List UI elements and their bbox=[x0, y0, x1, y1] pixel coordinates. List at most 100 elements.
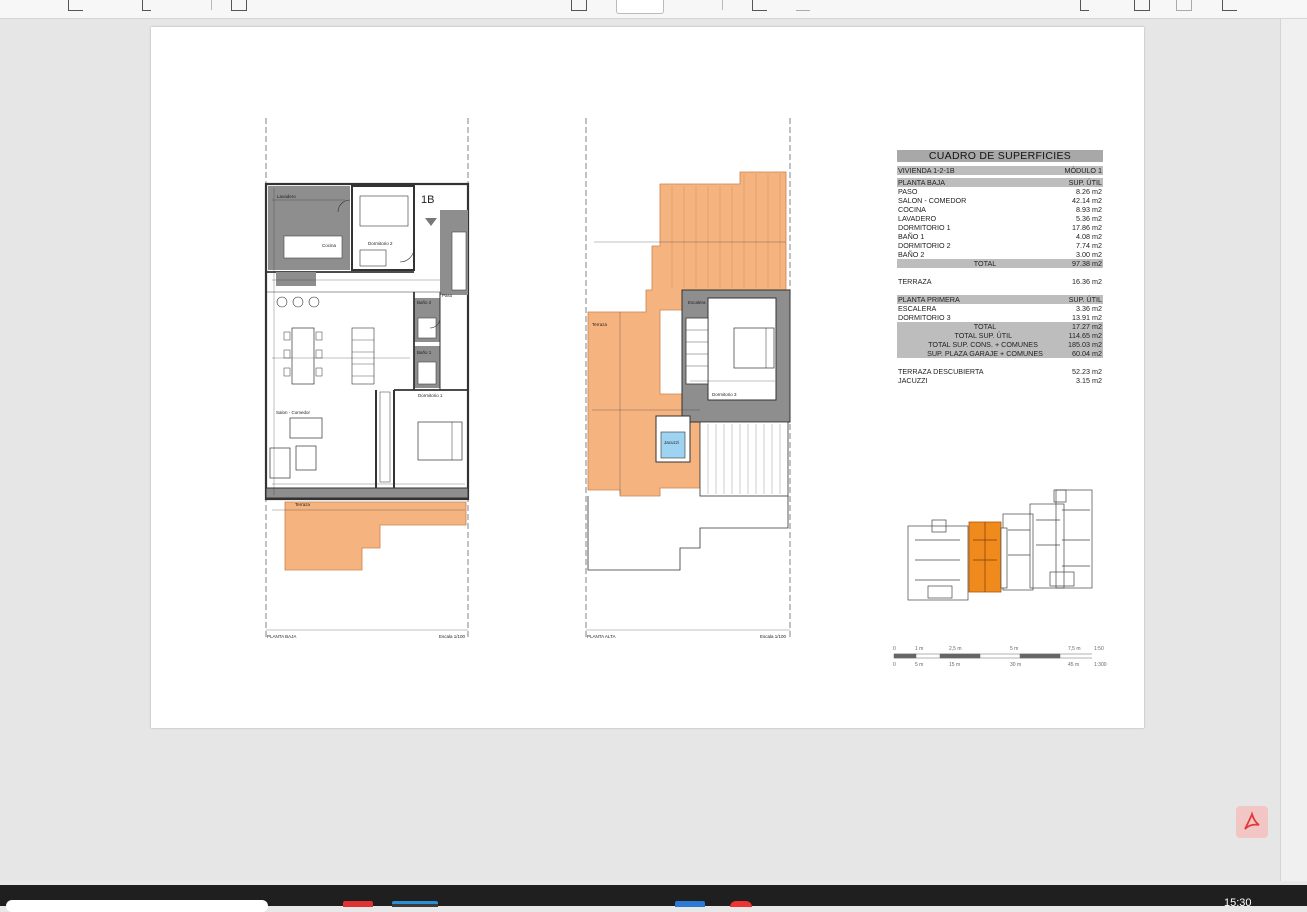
upper-plan-scale: Escala 1/100 bbox=[760, 634, 787, 639]
row-value: 52.23 m2 bbox=[1072, 367, 1102, 376]
ground-floor-plan bbox=[264, 118, 470, 640]
row-value: 4.08 m2 bbox=[1076, 232, 1102, 241]
surface-table: CUADRO DE SUPERFICIES VIVIENDA 1-2-1B MÓ… bbox=[897, 150, 1103, 385]
scale-bottom-tick-4: 45 m bbox=[1068, 662, 1079, 668]
room-label-bano-1: Baño 1 bbox=[417, 350, 432, 355]
app-icon-acrobat[interactable] bbox=[730, 901, 752, 907]
terraza-value: 16.36 m2 bbox=[1072, 277, 1102, 286]
taskbar-search-input[interactable] bbox=[6, 900, 268, 912]
app-icon-store[interactable] bbox=[675, 901, 705, 907]
table-row: BAÑO 1 4.08 m2 bbox=[897, 232, 1103, 241]
acrobat-icon bbox=[1244, 811, 1260, 830]
room-label-paso: Paso bbox=[442, 293, 453, 298]
total-value: 114.65 m2 bbox=[1068, 331, 1102, 340]
row-name: DORMITORIO 2 bbox=[898, 241, 951, 250]
row-value: 8.26 m2 bbox=[1076, 187, 1102, 196]
row-name: BAÑO 1 bbox=[898, 232, 925, 241]
table-row: DORMITORIO 2 7.74 m2 bbox=[897, 241, 1103, 250]
room-label-dormitorio-1: Dormitorio 1 bbox=[418, 393, 443, 398]
acrobat-button[interactable] bbox=[1236, 806, 1268, 838]
surface-table-title: CUADRO DE SUPERFICIES bbox=[897, 150, 1103, 162]
scale-bottom-tick-3: 30 m bbox=[1010, 662, 1021, 668]
total-row: TOTAL SUP. ÚTIL 114.65 m2 bbox=[897, 331, 1103, 340]
row-name: SALON - COMEDOR bbox=[898, 196, 967, 205]
total-label: TOTAL bbox=[973, 322, 997, 331]
total-value: 185.03 m2 bbox=[1068, 340, 1102, 349]
taskbar: 15:30 bbox=[0, 885, 1307, 912]
row-name: DORMITORIO 1 bbox=[898, 223, 951, 232]
row-name: COCINA bbox=[898, 205, 926, 214]
app-icon-edge[interactable] bbox=[392, 901, 438, 907]
room-label-cocina: Cocina bbox=[322, 243, 337, 248]
upper-floor-plan bbox=[585, 118, 791, 640]
room-label-terraza-alta: Terraza bbox=[592, 322, 608, 327]
planta-baja-header: PLANTA BAJA SUP. ÚTIL bbox=[897, 178, 1103, 187]
scale-bottom-tick-2: 15 m bbox=[949, 662, 960, 668]
total-row: TOTAL 17.27 m2 bbox=[897, 322, 1103, 331]
total-row: TOTAL SUP. CONS. + COMUNES 185.03 m2 bbox=[897, 340, 1103, 349]
terraza-label: TERRAZA bbox=[898, 277, 932, 286]
row-value: 17.86 m2 bbox=[1072, 223, 1102, 232]
scale-top-tick-2: 2,5 m bbox=[949, 646, 962, 652]
terraza-row: TERRAZA 16.36 m2 bbox=[897, 277, 1103, 286]
scale-bottom-ratio: 1:300 bbox=[1094, 662, 1107, 668]
table-row: ESCALERA 3.36 m2 bbox=[897, 304, 1103, 313]
row-name: PASO bbox=[898, 187, 918, 196]
key-plan bbox=[907, 489, 1093, 601]
extra-row: JACUZZI 3.15 m2 bbox=[897, 376, 1103, 385]
scale-top-tick-4: 7,5 m bbox=[1068, 646, 1081, 652]
total-baja-row: TOTAL 97.38 m2 bbox=[897, 259, 1103, 268]
row-name: JACUZZI bbox=[898, 376, 928, 385]
scale-bottom-tick-0: 0 bbox=[893, 662, 896, 668]
room-label-escalera: Escalera bbox=[688, 300, 706, 305]
ground-terrace-area bbox=[284, 501, 467, 571]
row-value: 3.00 m2 bbox=[1076, 250, 1102, 259]
table-row: PASO 8.26 m2 bbox=[897, 187, 1103, 196]
unit-label: 1B bbox=[421, 194, 434, 206]
rows-baja: PASO 8.26 m2 SALON - COMEDOR 42.14 m2 COCI… bbox=[897, 187, 1103, 259]
planta-baja-col: SUP. ÚTIL bbox=[1068, 178, 1102, 187]
scale-bar-labels: 0 1 m 2,5 m 5 m 7,5 m 1:50 0 5 m 15 m 30… bbox=[893, 646, 1107, 668]
total-row: SUP. PLAZA GARAJE + COMUNES 60.04 m2 bbox=[897, 349, 1103, 358]
row-value: 13.91 m2 bbox=[1072, 313, 1102, 322]
room-label-salon: Salon - Comedor bbox=[276, 410, 311, 415]
floor-plans-drawing: 1B Lavadero Cocina Dormitorio 2 Salon - … bbox=[264, 118, 1107, 668]
row-name: TERRAZA DESCUBIERTA bbox=[898, 367, 984, 376]
planta-baja-label: PLANTA BAJA bbox=[898, 178, 946, 187]
scale-bar bbox=[893, 653, 1092, 659]
row-value: 42.14 m2 bbox=[1072, 196, 1102, 205]
row-name: ESCALERA bbox=[898, 304, 937, 313]
extra-row: TERRAZA DESCUBIERTA 52.23 m2 bbox=[897, 367, 1103, 376]
room-label-dormitorio-3: Dormitorio 3 bbox=[712, 392, 737, 397]
app-icon-office[interactable] bbox=[343, 901, 373, 907]
room-label-terraza-baja: Terraza bbox=[295, 502, 311, 507]
total-baja-value: 97.38 m2 bbox=[1072, 259, 1102, 268]
total-value: 17.27 m2 bbox=[1072, 322, 1102, 331]
total-label: TOTAL SUP. ÚTIL bbox=[954, 331, 1013, 340]
room-label-bano-2: Baño 2 bbox=[417, 300, 432, 305]
lavadero-area bbox=[268, 186, 350, 230]
row-value: 5.36 m2 bbox=[1076, 214, 1102, 223]
room-label-dormitorio-2: Dormitorio 2 bbox=[368, 241, 393, 246]
scale-top-ratio: 1:50 bbox=[1094, 646, 1104, 652]
table-row: BAÑO 2 3.00 m2 bbox=[897, 250, 1103, 259]
scale-bottom-tick-1: 5 m bbox=[915, 662, 923, 668]
room-label-lavadero: Lavadero bbox=[277, 194, 296, 199]
total-label: TOTAL SUP. CONS. + COMUNES bbox=[928, 340, 1038, 349]
row-value: 3.15 m2 bbox=[1076, 376, 1102, 385]
total-value: 60.04 m2 bbox=[1072, 349, 1102, 358]
planta-primera-label: PLANTA PRIMERA bbox=[898, 295, 960, 304]
total-label: SUP. PLAZA GARAJE + COMUNES bbox=[927, 349, 1043, 358]
ground-plan-scale: Escala 1/100 bbox=[439, 634, 466, 639]
row-value: 8.93 m2 bbox=[1076, 205, 1102, 214]
scale-top-tick-1: 1 m bbox=[915, 646, 923, 652]
taskbar-clock[interactable]: 15:30 bbox=[1224, 897, 1252, 909]
row-value: 3.36 m2 bbox=[1076, 304, 1102, 313]
ground-plan-caption: PLANTA BAJA bbox=[267, 634, 296, 639]
vivienda-row: VIVIENDA 1-2-1B MÓDULO 1 bbox=[897, 166, 1103, 175]
row-name: LAVADERO bbox=[898, 214, 937, 223]
scale-top-tick-3: 5 m bbox=[1010, 646, 1018, 652]
table-row: DORMITORIO 3 13.91 m2 bbox=[897, 313, 1103, 322]
table-row: COCINA 8.93 m2 bbox=[897, 205, 1103, 214]
jacuzzi-pool bbox=[660, 431, 686, 459]
